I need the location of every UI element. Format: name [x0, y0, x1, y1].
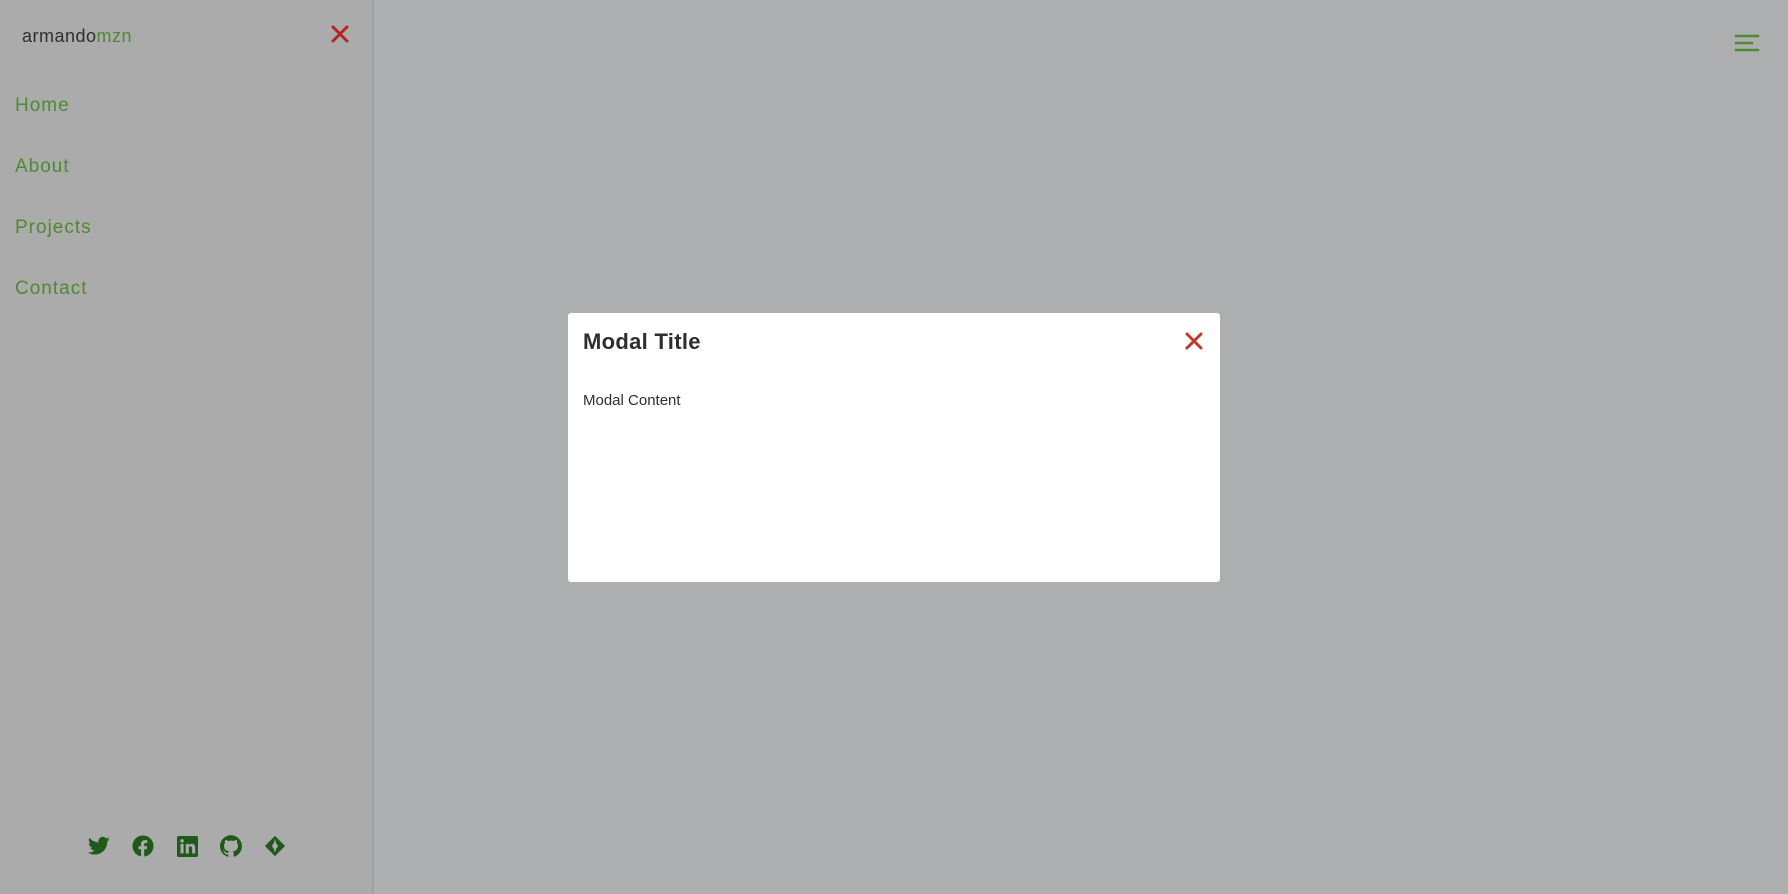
modal-close-button[interactable] — [1182, 329, 1206, 353]
close-icon — [1185, 332, 1203, 350]
github-icon — [220, 835, 242, 857]
sidebar-close-button[interactable] — [327, 21, 353, 47]
twitter-link[interactable] — [87, 834, 111, 858]
twitter-icon — [88, 836, 110, 855]
modal-dialog: Modal Title Modal Content — [568, 313, 1220, 582]
gitlab-icon — [264, 835, 286, 857]
hamburger-menu-button[interactable] — [1734, 30, 1760, 56]
social-links — [87, 834, 287, 858]
linkedin-link[interactable] — [175, 834, 199, 858]
brand-logo[interactable]: armandomzn — [22, 26, 132, 47]
facebook-link[interactable] — [131, 834, 155, 858]
sidebar-item-projects[interactable]: Projects — [15, 214, 92, 275]
hamburger-menu-icon — [1734, 34, 1760, 52]
sidebar-nav: Home About Projects Contact — [15, 92, 92, 336]
linkedin-icon — [176, 835, 198, 857]
sidebar-item-contact[interactable]: Contact — [15, 275, 92, 336]
app-root: armandomzn Home About Projects Contact M… — [0, 0, 1788, 894]
sidebar-item-home[interactable]: Home — [15, 92, 92, 153]
brand-prefix: armando — [22, 26, 97, 46]
github-link[interactable] — [219, 834, 243, 858]
sidebar-item-about[interactable]: About — [15, 153, 92, 214]
modal-content: Modal Content — [583, 392, 681, 409]
sidebar: armandomzn Home About Projects Contact — [0, 0, 373, 894]
modal-title: Modal Title — [583, 329, 701, 354]
gitlab-link[interactable] — [263, 834, 287, 858]
close-icon — [331, 25, 349, 43]
facebook-icon — [132, 835, 154, 857]
brand-accent: mzn — [96, 26, 133, 46]
